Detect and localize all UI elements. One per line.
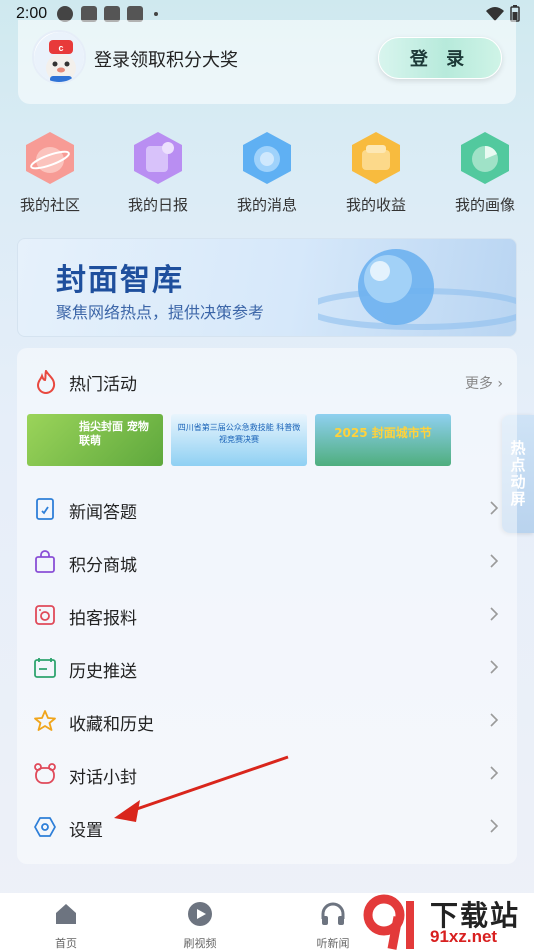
- mascot-icon: c: [34, 32, 84, 82]
- earnings-icon: [352, 132, 400, 184]
- menu-label: 新闻答题: [69, 503, 137, 523]
- activity-thumbnail[interactable]: 四川省第三届公众急救技能 科普微视竞赛决赛: [171, 414, 307, 466]
- shortcut-label: 我的消息: [236, 196, 297, 214]
- activity-thumbnail[interactable]: 指尖封面 宠物联萌: [27, 414, 163, 466]
- menu-item-report-tip[interactable]: 拍客报料: [17, 590, 517, 640]
- menu-label: 设置: [69, 821, 103, 841]
- watermark-url: 91xz.net: [430, 927, 498, 946]
- menu-panel: 热门活动 更多 › 指尖封面 宠物联萌 四川省第三届公众急救技能 科普微视竞赛决…: [17, 348, 517, 864]
- menu-label: 对话小封: [69, 768, 137, 788]
- tab-label: 首页: [55, 937, 77, 950]
- shortcut-messages[interactable]: 我的消息: [217, 130, 317, 215]
- login-prompt[interactable]: 登录领取积分大奖: [94, 46, 238, 72]
- banner-title: 封面智库: [56, 263, 184, 298]
- shortcut-daily-report[interactable]: 我的日报: [108, 130, 208, 215]
- tab-label: 听新闻: [316, 937, 350, 950]
- tab-listen-news[interactable]: 听新闻: [293, 901, 373, 950]
- menu-item-history-push[interactable]: 历史推送: [17, 643, 517, 693]
- thumbnail-text: 2025 封面城市节: [334, 426, 432, 440]
- menu-item-news-quiz[interactable]: 新闻答题: [17, 484, 517, 534]
- chevron-right-icon: [490, 554, 499, 568]
- think-tank-banner[interactable]: 封面智库 聚焦网络热点，提供决策参考: [17, 238, 517, 337]
- login-card: c 登录领取积分大奖 登 录: [18, 20, 516, 104]
- hot-activities-title: 热门活动: [69, 375, 137, 395]
- tab-video[interactable]: 刷视频: [160, 901, 240, 950]
- shortcut-label: 我的收益: [345, 196, 406, 214]
- menu-label: 积分商城: [69, 556, 137, 576]
- community-icon: [26, 132, 74, 184]
- thumbnail-text: 四川省第三届公众急救技能 科普微视竞赛决赛: [177, 423, 301, 444]
- more-link[interactable]: 更多 ›: [465, 373, 503, 393]
- shortcut-label: 我的社区: [19, 196, 80, 214]
- shortcut-grid: 我的社区 我的日报 我的消息 我的收益 我的画像: [0, 118, 534, 218]
- chevron-right-icon: [490, 660, 499, 674]
- video-icon: [188, 902, 212, 926]
- menu-item-chat-xiaofeng[interactable]: 对话小封: [17, 749, 517, 799]
- svg-text:c: c: [58, 43, 63, 53]
- more-notifications-icon: [154, 12, 159, 16]
- star-icon: [34, 710, 56, 731]
- hot-activities-header: 热门活动 更多 ›: [17, 366, 517, 396]
- shopping-bag-icon: [35, 550, 55, 573]
- chevron-right-icon: [490, 501, 499, 515]
- site-logo-icon: [363, 894, 414, 950]
- avatar[interactable]: c: [32, 30, 86, 84]
- thumbnail-text: 指尖封面 宠物联萌: [79, 420, 149, 447]
- activity-thumbnail[interactable]: 2025 封面城市节: [315, 414, 451, 466]
- camera-icon: [35, 605, 55, 625]
- shortcut-label: 我的画像: [454, 196, 515, 214]
- calendar-icon: [34, 658, 56, 678]
- shortcut-portrait[interactable]: 我的画像: [435, 130, 534, 215]
- tab-label: 刷视频: [183, 937, 217, 950]
- flame-icon: [36, 370, 56, 394]
- daily-report-icon: [134, 132, 182, 184]
- settings-icon: [34, 817, 56, 837]
- banner-subtitle: 聚焦网络热点，提供决策参考: [56, 303, 265, 322]
- portrait-icon: [461, 132, 509, 184]
- menu-item-settings[interactable]: 设置: [17, 802, 517, 852]
- chevron-right-icon: [490, 607, 499, 621]
- login-button[interactable]: 登 录: [378, 37, 502, 79]
- menu-label: 历史推送: [69, 662, 137, 682]
- quiz-icon: [36, 498, 54, 520]
- shortcut-community[interactable]: 我的社区: [0, 130, 100, 215]
- more-label: 更多: [464, 376, 493, 392]
- menu-label: 拍客报料: [69, 609, 137, 629]
- message-icon: [243, 132, 291, 184]
- shortcut-label: 我的日报: [127, 196, 188, 214]
- watermark: 下载站 91xz.net: [362, 893, 534, 950]
- chevron-right-icon: [490, 766, 499, 780]
- chevron-right-icon: [490, 713, 499, 727]
- globe-icon: [318, 249, 516, 330]
- headphones-icon: [321, 902, 345, 925]
- tab-home[interactable]: 首页: [26, 901, 106, 950]
- menu-item-favorites-history[interactable]: 收藏和历史: [17, 696, 517, 746]
- shortcut-earnings[interactable]: 我的收益: [326, 130, 426, 215]
- chevron-right-icon: [490, 819, 499, 833]
- menu-label: 收藏和历史: [69, 715, 154, 735]
- menu-item-points-mall[interactable]: 积分商城: [17, 537, 517, 587]
- bear-chat-icon: [34, 763, 56, 784]
- home-icon: [56, 904, 76, 924]
